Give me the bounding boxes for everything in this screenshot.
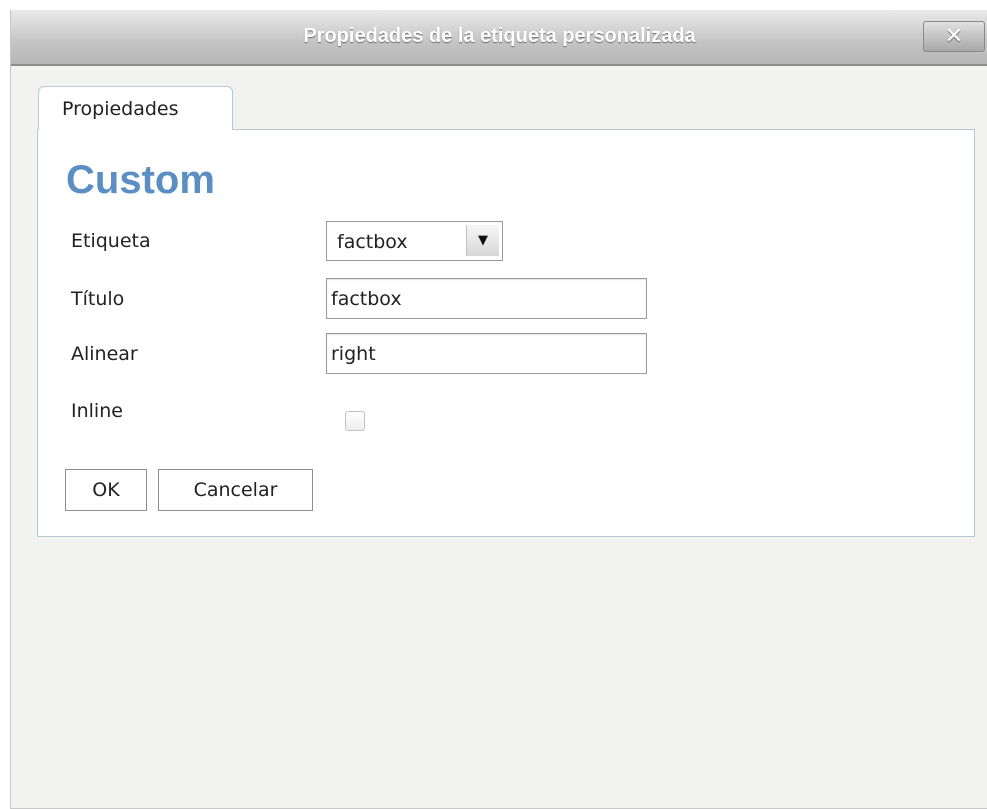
tab-propiedades[interactable]: Propiedades	[38, 86, 233, 130]
dialog-titlebar[interactable]: Propiedades de la etiqueta personalizada…	[11, 10, 987, 66]
dropdown-arrow-icon[interactable]: ▼	[466, 225, 499, 256]
close-button[interactable]: ✕	[923, 21, 985, 52]
inline-checkbox[interactable]	[345, 411, 365, 431]
titulo-label: Título	[71, 288, 125, 310]
etiqueta-select-value: factbox	[337, 231, 408, 253]
etiqueta-label: Etiqueta	[71, 230, 151, 252]
alinear-input-value: right	[331, 343, 376, 365]
cancel-button[interactable]: Cancelar	[158, 469, 313, 511]
titulo-input[interactable]: factbox	[326, 278, 647, 319]
etiqueta-select[interactable]: factbox ▼	[326, 221, 503, 261]
close-icon: ✕	[944, 23, 964, 49]
titulo-input-value: factbox	[331, 288, 402, 310]
tab-label: Propiedades	[62, 98, 179, 120]
properties-dialog: Propiedades de la etiqueta personalizada…	[10, 10, 987, 809]
properties-panel: Custom Etiqueta factbox ▼ Título factbox…	[37, 129, 975, 537]
ok-button[interactable]: OK	[65, 469, 147, 511]
alinear-label: Alinear	[71, 343, 138, 365]
form-heading: Custom	[66, 158, 215, 202]
dialog-title: Propiedades de la etiqueta personalizada	[303, 25, 696, 47]
inline-label: Inline	[71, 400, 123, 422]
alinear-input[interactable]: right	[326, 333, 647, 374]
